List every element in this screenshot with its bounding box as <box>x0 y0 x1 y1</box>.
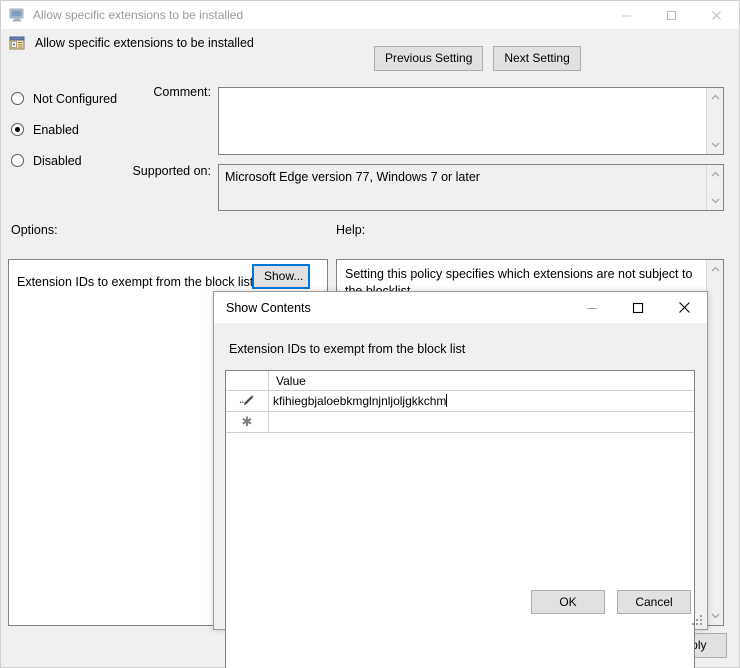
dialog-action-buttons: OK Cancel <box>531 590 691 614</box>
scroll-up-icon[interactable] <box>707 90 724 104</box>
dialog-caption: Extension IDs to exempt from the block l… <box>229 342 466 356</box>
row-value-text: kfihiegbjaloebkmglnjnljoljgkkchm <box>273 394 447 408</box>
supported-on-label: Supported on: <box>132 164 211 178</box>
main-title-bar: Allow specific extensions to be installe… <box>1 1 739 29</box>
comment-value[interactable] <box>219 88 706 154</box>
table-row[interactable]: ✱ <box>226 412 694 433</box>
grid-corner-cell <box>226 371 269 390</box>
main-window-title: Allow specific extensions to be installe… <box>33 8 244 22</box>
row-value-cell[interactable]: kfihiegbjaloebkmglnjnljoljgkkchm <box>269 391 694 411</box>
policy-title-row: Allow specific extensions to be installe… <box>1 29 739 57</box>
table-row[interactable]: kfihiegbjaloebkmglnjnljoljgkkchm <box>226 391 694 412</box>
dialog-window-controls <box>569 292 707 323</box>
row-header-new[interactable]: ✱ <box>226 412 269 432</box>
supported-on-value: Microsoft Edge version 77, Windows 7 or … <box>219 165 706 210</box>
scroll-down-icon[interactable] <box>707 194 724 208</box>
values-grid[interactable]: Value kfihiegbjaloebkmglnjnljoljgkkchm ✱ <box>225 370 695 668</box>
resize-grip[interactable] <box>692 615 704 627</box>
new-row-asterisk-icon: ✱ <box>241 414 253 430</box>
radio-not-configured-indicator[interactable] <box>11 92 24 105</box>
supported-on-scrollbar[interactable] <box>706 165 723 210</box>
radio-enabled-label: Enabled <box>33 122 79 137</box>
help-scrollbar[interactable] <box>706 260 723 625</box>
scroll-up-icon[interactable] <box>707 167 724 181</box>
dialog-maximize-button[interactable] <box>615 292 661 323</box>
dialog-minimize-button[interactable] <box>569 292 615 323</box>
grid-column-header-value[interactable]: Value <box>269 371 694 390</box>
dialog-ok-button[interactable]: OK <box>531 590 605 614</box>
comment-label: Comment: <box>153 85 211 99</box>
grid-header-row: Value <box>226 371 694 391</box>
window-controls <box>604 1 739 29</box>
policy-setting-icon <box>9 35 25 51</box>
next-setting-button[interactable]: Next Setting <box>493 46 581 71</box>
dialog-close-button[interactable] <box>661 292 707 323</box>
previous-setting-button[interactable]: Previous Setting <box>374 46 484 71</box>
options-label: Options: <box>11 223 58 237</box>
minimize-button[interactable] <box>604 1 649 29</box>
text-caret <box>446 394 448 407</box>
monitor-icon <box>9 7 25 23</box>
close-button[interactable] <box>694 1 739 29</box>
show-contents-dialog: Show Contents Extension IDs to exempt fr… <box>213 291 708 668</box>
supported-on-textbox: Microsoft Edge version 77, Windows 7 or … <box>218 164 724 211</box>
radio-enabled[interactable]: Enabled <box>11 116 221 143</box>
setting-navigation: Previous Setting Next Setting <box>374 46 581 71</box>
radio-enabled-indicator[interactable] <box>11 123 24 136</box>
scroll-down-icon[interactable] <box>707 609 724 623</box>
dialog-cancel-button[interactable]: Cancel <box>617 590 691 614</box>
row-value-cell[interactable] <box>269 412 694 432</box>
comment-textbox[interactable] <box>218 87 724 155</box>
dialog-title: Show Contents <box>226 300 311 315</box>
scroll-down-icon[interactable] <box>707 138 724 152</box>
maximize-button[interactable] <box>649 1 694 29</box>
scroll-up-icon[interactable] <box>707 262 724 276</box>
dialog-title-bar: Show Contents <box>214 292 707 323</box>
option-label: Extension IDs to exempt from the block l… <box>17 275 254 289</box>
comment-scrollbar[interactable] <box>706 88 723 154</box>
show-button[interactable]: Show... <box>252 264 310 289</box>
row-header-edit[interactable] <box>226 391 269 411</box>
radio-disabled-indicator[interactable] <box>11 154 24 167</box>
edit-pencil-icon <box>239 394 255 408</box>
policy-title: Allow specific extensions to be installe… <box>35 36 254 50</box>
help-label: Help: <box>336 223 366 237</box>
